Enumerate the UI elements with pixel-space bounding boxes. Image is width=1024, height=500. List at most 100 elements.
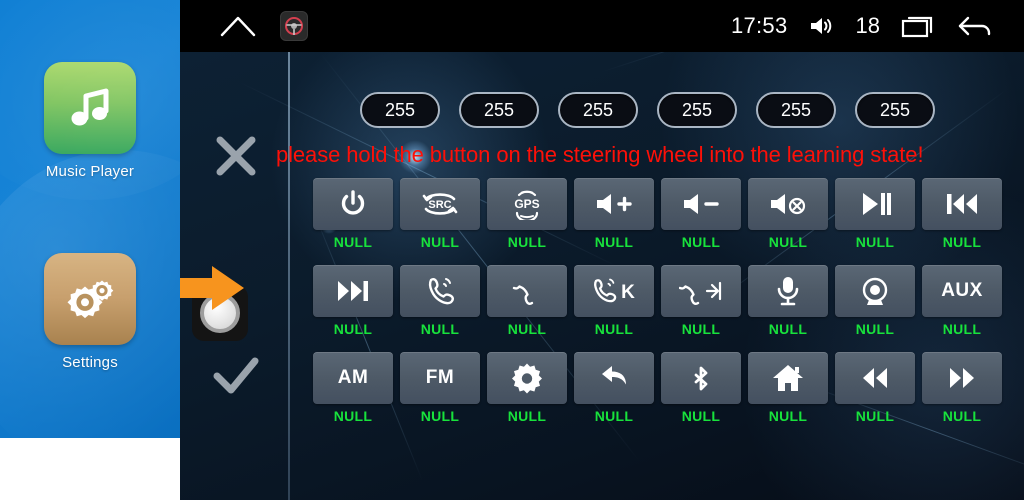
function-cell: NULL [835,265,915,337]
src-source-icon[interactable]: SRC [400,178,480,230]
volume-down-icon[interactable] [661,178,741,230]
am-label: AM [337,367,369,388]
function-label: NULL [420,408,460,424]
channel-value-row: 255 255 255 255 255 255 [360,92,1010,128]
function-cell: NULL [661,265,741,337]
function-cell: K NULL [574,265,654,337]
bluetooth-icon[interactable] [661,352,741,404]
function-label: NULL [855,408,895,424]
function-label: NULL [768,234,808,250]
function-label: NULL [594,408,634,424]
phone-answer-icon[interactable] [400,265,480,317]
speaker-icon[interactable] [808,14,836,38]
status-time: 17:53 [730,13,788,38]
next-track-icon[interactable] [313,265,393,317]
function-grid: NULL SRC NULL GPS NULL NULL NULL NULL NU… [313,178,1013,439]
fast-forward-icon[interactable] [922,352,1002,404]
function-cell: NULL [313,265,393,337]
function-label: NULL [507,321,547,337]
home-outline-icon[interactable] [218,13,258,39]
function-cell: NULL [922,352,1002,424]
function-cell: NULL [574,352,654,424]
aux-label: AUX [941,280,983,301]
function-cell: AUX NULL [922,265,1002,337]
function-label: NULL [333,321,373,337]
function-label: NULL [507,234,547,250]
svg-text:GPS: GPS [514,197,539,211]
action-rail [180,52,288,500]
function-row: NULL SRC NULL GPS NULL NULL NULL NULL NU… [313,178,1013,250]
status-bar: 17:53 18 [180,0,1024,52]
phone-answer-k-icon[interactable]: K [574,265,654,317]
function-label: NULL [855,234,895,250]
am-text-icon[interactable]: AM [313,352,393,404]
function-label: NULL [942,408,982,424]
recents-icon[interactable] [900,12,936,40]
function-label: NULL [420,321,460,337]
function-cell: NULL [661,352,741,424]
microphone-icon[interactable] [748,265,828,317]
function-cell: NULL [835,352,915,424]
channel-value-pill[interactable]: 255 [855,92,935,128]
gears-icon[interactable] [44,253,136,345]
channel-value-pill[interactable]: 255 [558,92,638,128]
settings-stage: 255 255 255 255 255 255 please hold the … [180,52,1024,500]
aux-text-icon[interactable]: AUX [922,265,1002,317]
function-cell: NULL [487,265,567,337]
function-label: NULL [333,408,373,424]
previous-track-icon[interactable] [922,178,1002,230]
function-label: NULL [333,234,373,250]
music-note-icon[interactable] [44,62,136,154]
function-cell: NULL [487,352,567,424]
gps-icon[interactable]: GPS [487,178,567,230]
phone-hangup-arrow-icon[interactable] [661,265,741,317]
rewind-icon[interactable] [835,352,915,404]
checkmark-icon[interactable] [210,350,262,402]
power-icon[interactable] [313,178,393,230]
function-cell: NULL [748,178,828,250]
function-cell: NULL [574,178,654,250]
svg-text:SRC: SRC [428,199,451,211]
function-label: NULL [507,408,547,424]
mute-icon[interactable] [748,178,828,230]
function-cell: FM NULL [400,352,480,424]
channel-value-pill[interactable]: 255 [657,92,737,128]
app-tile-settings[interactable]: Settings [0,253,180,371]
home-icon[interactable] [748,352,828,404]
function-label: NULL [681,408,721,424]
function-cell: SRC NULL [400,178,480,250]
back-arrow-icon[interactable] [956,12,996,40]
function-label: NULL [942,234,982,250]
function-label: NULL [681,234,721,250]
phone-hangup-icon[interactable] [487,265,567,317]
channel-value-pill[interactable]: 255 [459,92,539,128]
volume-up-icon[interactable] [574,178,654,230]
svg-text:K: K [621,282,635,303]
fm-text-icon[interactable]: FM [400,352,480,404]
learning-warning-text: please hold the button on the steering w… [276,142,924,167]
camera-icon[interactable] [835,265,915,317]
function-label: NULL [594,234,634,250]
settings-gear-icon[interactable] [487,352,567,404]
close-x-icon[interactable] [210,130,262,182]
function-cell: NULL [922,178,1002,250]
channel-value-pill[interactable]: 255 [360,92,440,128]
channel-value-pill[interactable]: 255 [756,92,836,128]
orange-arrow-icon [180,266,246,310]
sidebar-bottom-strip [0,438,180,500]
volume-level: 18 [855,13,880,38]
launcher-sidebar: Music Player Settings [0,0,180,438]
function-cell: NULL [400,265,480,337]
app-tile-music-player[interactable]: Music Player [0,62,180,180]
function-label: NULL [420,234,460,250]
function-cell: NULL [313,178,393,250]
rail-divider [288,52,290,500]
steering-wheel-icon[interactable] [280,11,308,41]
function-row: AM NULL FM NULL NULL NULL NULL NULL NULL… [313,352,1013,424]
function-label: NULL [768,408,808,424]
back-curve-icon[interactable] [574,352,654,404]
function-label: NULL [942,321,982,337]
play-pause-icon[interactable] [835,178,915,230]
function-cell: NULL [661,178,741,250]
function-label: NULL [855,321,895,337]
